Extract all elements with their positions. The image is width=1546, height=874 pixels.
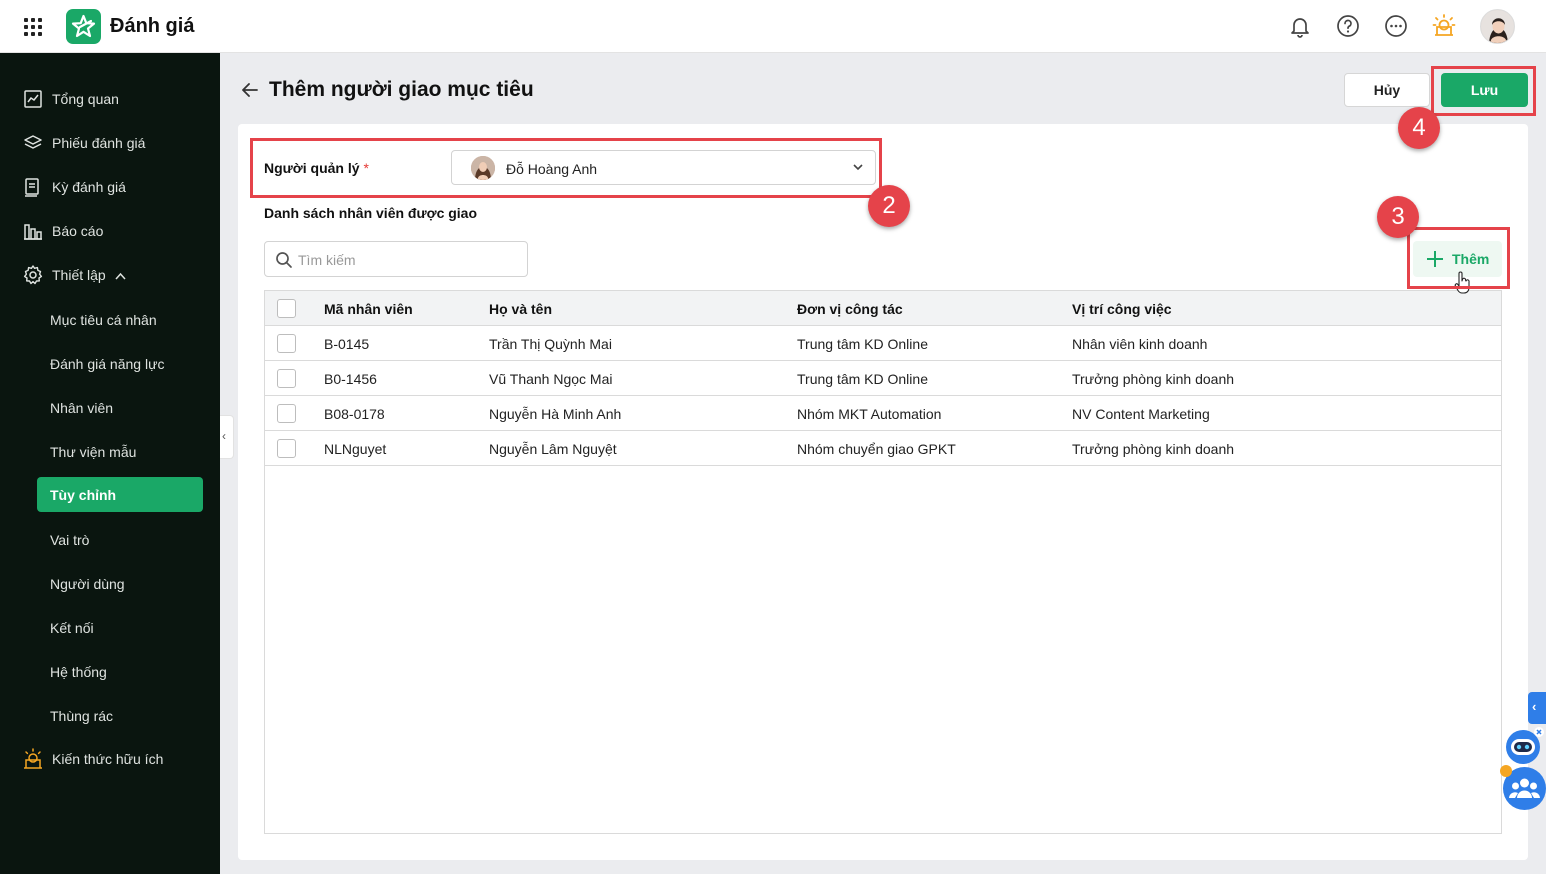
app-title: Đánh giá [110, 15, 195, 37]
cell-unit: Nhóm MKT Automation [797, 406, 942, 422]
column-header-name[interactable]: Họ và tên [489, 301, 552, 317]
step-badge-2: 2 [868, 185, 910, 227]
chevron-up-icon [115, 272, 126, 280]
sidebar-sub-users[interactable]: Người dùng [50, 576, 125, 592]
highlight-save-button [1431, 66, 1536, 116]
sidebar-collapse-handle[interactable]: ‹ [220, 415, 234, 459]
cell-position: Trưởng phòng kinh doanh [1072, 371, 1235, 387]
row-checkbox[interactable] [277, 404, 296, 423]
more-icon[interactable] [1383, 13, 1409, 39]
layers-icon [24, 135, 42, 149]
back-arrow-icon[interactable] [240, 80, 260, 100]
sidebar-sub-personal-goals[interactable]: Mục tiêu cá nhân [50, 312, 157, 328]
top-bar: Đánh giá [0, 0, 1546, 53]
lightbulb-icon[interactable] [1431, 13, 1457, 39]
table-row[interactable]: B0-1456 Vũ Thanh Ngọc Mai Trung tâm KD O… [265, 361, 1501, 396]
sidebar-item-overview[interactable]: Tổng quan [0, 81, 220, 117]
cell-unit: Trung tâm KD Online [797, 371, 928, 387]
sidebar-item-label: Tùy chỉnh [50, 487, 117, 503]
sidebar-item-label: Báo cáo [52, 223, 104, 239]
sidebar-item-settings[interactable]: Thiết lập [0, 257, 220, 293]
column-header-code[interactable]: Mã nhân viên [324, 301, 413, 317]
row-checkbox[interactable] [277, 439, 296, 458]
cell-code: NLNguyet [324, 441, 387, 457]
cell-name: Trần Thị Quỳnh Mai [489, 336, 612, 352]
cell-code: B0-1456 [324, 371, 377, 387]
app-logo-icon [66, 9, 101, 44]
sidebar-item-knowledge[interactable]: Kiến thức hữu ích [0, 741, 220, 777]
sidebar-sub-customize[interactable]: Tùy chỉnh [37, 477, 203, 512]
sidebar-item-label: Thiết lập [52, 267, 106, 283]
widget-toggle-tab[interactable]: ‹ [1528, 692, 1546, 724]
bell-icon[interactable] [1287, 13, 1313, 39]
bulb-icon [24, 748, 42, 769]
sidebar-item-review-periods[interactable]: Kỳ đánh giá [0, 169, 220, 205]
sidebar-item-label: Phiếu đánh giá [52, 135, 146, 151]
highlight-manager-field [250, 138, 882, 198]
chatbot-icon[interactable] [1500, 726, 1546, 766]
row-checkbox[interactable] [277, 334, 296, 353]
sidebar-item-reports[interactable]: Báo cáo [0, 213, 220, 249]
column-header-unit[interactable]: Đơn vị công tác [797, 301, 903, 317]
cell-unit: Nhóm chuyển giao GPKT [797, 441, 956, 457]
cancel-button[interactable]: Hủy [1344, 73, 1430, 107]
cell-unit: Trung tâm KD Online [797, 336, 928, 352]
cell-code: B-0145 [324, 336, 370, 352]
chevron-left-icon: ‹ [1532, 699, 1537, 714]
sidebar-sub-template-library[interactable]: Thư viện mẫu [50, 444, 136, 460]
sidebar-item-label: Kỳ đánh giá [52, 179, 126, 195]
search-input[interactable] [298, 250, 518, 270]
gear-icon [23, 265, 43, 285]
user-avatar[interactable] [1480, 9, 1515, 44]
sidebar-sub-connections[interactable]: Kết nối [50, 620, 94, 636]
step-badge-4: 4 [1398, 107, 1440, 149]
table-row[interactable]: B08-0178 Nguyễn Hà Minh Anh Nhóm MKT Aut… [265, 396, 1501, 431]
help-icon[interactable] [1335, 13, 1361, 39]
table-row[interactable]: NLNguyet Nguyễn Lâm Nguyệt Nhóm chuyển g… [265, 431, 1501, 466]
sidebar-item-review-forms[interactable]: Phiếu đánh giá [0, 125, 220, 161]
search-field[interactable] [264, 241, 528, 277]
cell-code: B08-0178 [324, 406, 385, 422]
sidebar: Tổng quan Phiếu đánh giá Kỳ đánh giá Báo… [0, 53, 220, 874]
apps-grid-icon[interactable] [24, 18, 42, 36]
cell-position: Trưởng phòng kinh doanh [1072, 441, 1235, 457]
search-icon [276, 252, 292, 268]
bar-chart-icon [24, 224, 42, 240]
step-badge-3: 3 [1377, 196, 1419, 238]
sidebar-sub-roles[interactable]: Vai trò [50, 532, 89, 548]
table-header: Mã nhân viên Họ và tên Đơn vị công tác V… [265, 291, 1501, 326]
chevron-left-icon: ‹ [222, 429, 226, 443]
cell-name: Nguyễn Lâm Nguyệt [489, 441, 617, 457]
clipboard-icon [25, 178, 39, 197]
select-all-checkbox[interactable] [277, 299, 296, 318]
sidebar-item-label: Tổng quan [52, 91, 119, 107]
cell-name: Vũ Thanh Ngọc Mai [489, 371, 613, 387]
cell-position: NV Content Marketing [1072, 406, 1210, 422]
table-row[interactable]: B-0145 Trần Thị Quỳnh Mai Trung tâm KD O… [265, 326, 1501, 361]
notification-dot [1500, 765, 1512, 777]
sidebar-sub-system[interactable]: Hệ thống [50, 664, 107, 680]
employee-table: Mã nhân viên Họ và tên Đơn vị công tác V… [264, 290, 1502, 834]
cell-name: Nguyễn Hà Minh Anh [489, 406, 622, 422]
cell-position: Nhân viên kinh doanh [1072, 336, 1208, 352]
chart-line-icon [24, 90, 42, 108]
row-checkbox[interactable] [277, 369, 296, 388]
highlight-add-button [1407, 227, 1510, 289]
assigned-list-title: Danh sách nhân viên được giao [264, 205, 478, 221]
column-header-position[interactable]: Vị trí công việc [1072, 301, 1172, 317]
sidebar-sub-employees[interactable]: Nhân viên [50, 400, 113, 416]
sidebar-sub-competency[interactable]: Đánh giá năng lực [50, 356, 164, 372]
sidebar-sub-trash[interactable]: Thùng rác [50, 708, 113, 724]
sidebar-item-label: Kiến thức hữu ích [52, 751, 164, 767]
page-title: Thêm người giao mục tiêu [269, 78, 534, 101]
